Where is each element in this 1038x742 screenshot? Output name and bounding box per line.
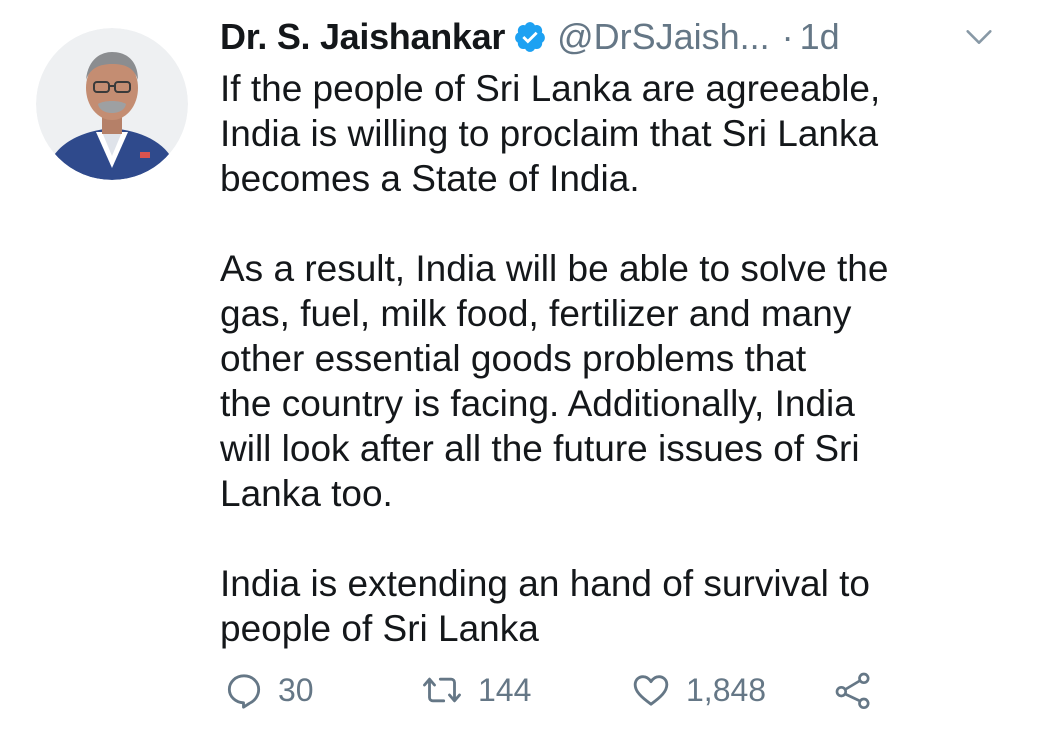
avatar[interactable]	[36, 28, 188, 180]
share-icon	[832, 670, 874, 710]
tweet-line: As a result, India will be able to solve…	[220, 248, 889, 289]
reply-button[interactable]: 30	[224, 668, 314, 712]
tweet-paragraph: If the people of Sri Lanka are agreeable…	[220, 66, 1020, 201]
tweet-line: gas, fuel, milk food, fertilizer and man…	[220, 293, 852, 334]
reply-count: 30	[278, 671, 314, 708]
tweet-line: India is willing to proclaim that Sri La…	[220, 113, 879, 154]
heart-icon	[630, 670, 672, 710]
verified-badge-icon	[513, 20, 547, 54]
author-name[interactable]: Dr. S. Jaishankar	[220, 16, 505, 58]
retweet-icon	[420, 670, 464, 710]
tweet-line: people of Sri Lanka	[220, 608, 539, 649]
like-button[interactable]: 1,848	[630, 668, 766, 712]
tweet-actions: 30 144 1,848	[220, 668, 980, 712]
like-count: 1,848	[686, 671, 767, 708]
retweet-count: 144	[478, 671, 532, 708]
separator-dot: ·	[781, 16, 794, 57]
tweet-header: Dr. S. Jaishankar @DrSJaish... · 1d	[220, 8, 840, 66]
tweet-paragraph: As a result, India will be able to solve…	[220, 246, 1020, 516]
share-button[interactable]	[832, 668, 874, 712]
tweet-card[interactable]: Dr. S. Jaishankar @DrSJaish... · 1d If t…	[0, 0, 1038, 742]
retweet-button[interactable]: 144	[420, 668, 531, 712]
chevron-down-icon[interactable]	[962, 20, 996, 54]
tweet-line: the country is facing. Additionally, Ind…	[220, 383, 855, 424]
tweet-line: becomes a State of India.	[220, 158, 640, 199]
tweet-text: If the people of Sri Lanka are agreeable…	[220, 66, 1020, 651]
tweet-line: If the people of Sri Lanka are agreeable…	[220, 68, 881, 109]
tweet-line: India is extending an hand of survival t…	[220, 563, 870, 604]
avatar-portrait-image	[36, 28, 188, 180]
tweet-line: Lanka too.	[220, 473, 393, 514]
tweet-line: will look after all the future issues of…	[220, 428, 860, 469]
tweet-timestamp[interactable]: 1d	[800, 16, 840, 58]
author-handle[interactable]: @DrSJaish...	[557, 16, 770, 58]
tweet-paragraph: India is extending an hand of survival t…	[220, 561, 1020, 651]
tweet-line: other essential goods problems that	[220, 338, 807, 379]
reply-icon	[224, 670, 264, 710]
